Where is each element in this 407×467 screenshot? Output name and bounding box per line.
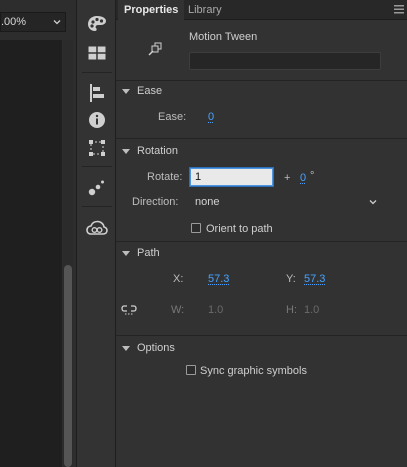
object-type-label: Motion Tween [189, 31, 258, 43]
swatches-icon[interactable] [86, 42, 108, 64]
section-title: Ease [137, 85, 163, 97]
direction-selected-value: none [195, 196, 220, 208]
info-icon[interactable] [86, 109, 108, 131]
direction-label: Direction: [132, 196, 179, 208]
section-title: Options [137, 342, 175, 354]
y-value[interactable]: 57.3 [304, 273, 325, 285]
degree-symbol: ° [310, 170, 315, 182]
x-label: X: [173, 273, 184, 285]
sync-graphic-symbols-checkbox[interactable] [186, 365, 196, 375]
orient-to-path-checkbox[interactable] [191, 223, 201, 233]
rotation-degrees-value[interactable]: 0 [300, 172, 306, 184]
collapse-arrow-icon [122, 250, 130, 256]
section-path-header[interactable]: Path [122, 246, 160, 260]
ease-label: Ease: [158, 111, 187, 123]
rotate-label: Rotate: [147, 171, 183, 183]
x-value[interactable]: 57.3 [208, 273, 229, 285]
rotate-count-input[interactable] [190, 168, 273, 186]
stage-canvas[interactable] [0, 40, 62, 467]
section-rotation-header[interactable]: Rotation [122, 144, 178, 158]
tab-properties[interactable]: Properties [118, 0, 185, 20]
width-label: W: [171, 304, 185, 316]
zoom-value: .00% [1, 16, 27, 28]
tab-library[interactable]: Library [182, 0, 228, 20]
motion-presets-icon[interactable] [86, 176, 108, 198]
height-value: 1.0 [304, 304, 320, 316]
scrollbar-thumb[interactable] [64, 265, 72, 467]
section-title: Path [137, 247, 160, 259]
motion-tween-icon [148, 42, 162, 56]
plus-sign: + [284, 172, 291, 184]
sync-graphic-symbols-label[interactable]: Sync graphic symbols [200, 365, 307, 377]
direction-dropdown[interactable]: none [191, 193, 382, 211]
align-icon[interactable] [86, 82, 108, 104]
height-label: H: [286, 304, 297, 316]
transform-icon[interactable] [86, 137, 108, 159]
zoom-dropdown[interactable]: .00% [0, 12, 66, 32]
section-title: Rotation [137, 145, 178, 157]
panel-menu-icon[interactable] [394, 5, 404, 14]
collapse-arrow-icon [122, 88, 130, 94]
chevron-down-icon [369, 200, 377, 205]
chevron-down-icon [53, 20, 61, 25]
y-label: Y: [286, 273, 296, 285]
link-chain-icon[interactable] [121, 303, 137, 317]
color-palette-icon[interactable] [86, 13, 108, 35]
collapse-arrow-icon [122, 148, 130, 154]
ease-value[interactable]: 0 [208, 111, 214, 123]
section-options-header[interactable]: Options [122, 341, 175, 355]
collapse-arrow-icon [122, 345, 130, 351]
section-ease-header[interactable]: Ease [122, 84, 162, 98]
width-value: 1.0 [208, 304, 224, 316]
creative-cloud-libraries-icon[interactable] [86, 217, 108, 239]
orient-to-path-label[interactable]: Orient to path [206, 223, 273, 235]
instance-name-field[interactable] [189, 52, 381, 70]
